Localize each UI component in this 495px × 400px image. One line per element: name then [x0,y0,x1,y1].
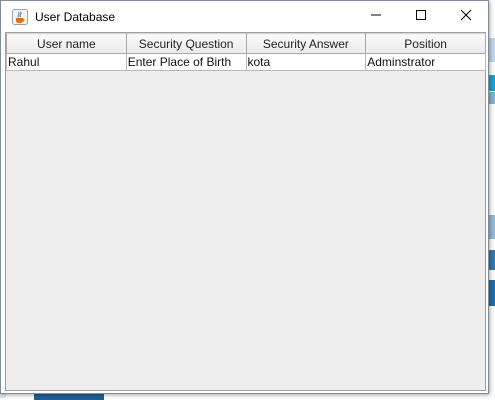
minimize-button[interactable] [353,1,399,32]
column-header-security-question[interactable]: Security Question [125,33,247,54]
desktop-background-fragment [488,215,495,239]
java-cup-icon [12,9,28,25]
user-database-window: User Database User name Security Questio… [0,0,489,394]
close-button[interactable] [443,1,489,32]
desktop-background-fragment [488,92,495,104]
maximize-icon [415,8,427,26]
title-bar[interactable]: User Database [1,1,488,32]
cell-security-question[interactable]: Enter Place of Birth [125,53,247,71]
window-title: User Database [35,10,116,24]
maximize-button[interactable] [398,1,444,32]
minimize-icon [370,8,382,26]
table-header-row: User name Security Question Security Ans… [6,33,486,54]
desktop-background-fragment [488,280,495,306]
cell-security-answer[interactable]: kota [245,53,367,71]
column-header-security-answer[interactable]: Security Answer [245,33,367,54]
table-scroll-pane[interactable]: User name Security Question Security Ans… [5,32,486,391]
column-header-user-name[interactable]: User name [6,33,127,54]
close-icon [460,8,472,26]
desktop-background-fragment [488,75,495,91]
column-header-position[interactable]: Position [365,33,486,54]
desktop-background-fragment [488,250,495,270]
desktop-background-fragment [488,38,495,62]
table-row[interactable]: Rahul Enter Place of Birth kota Adminstr… [6,53,486,71]
cell-user-name[interactable]: Rahul [6,53,127,71]
user-table: User name Security Question Security Ans… [6,33,486,71]
cell-position[interactable]: Adminstrator [365,53,486,71]
